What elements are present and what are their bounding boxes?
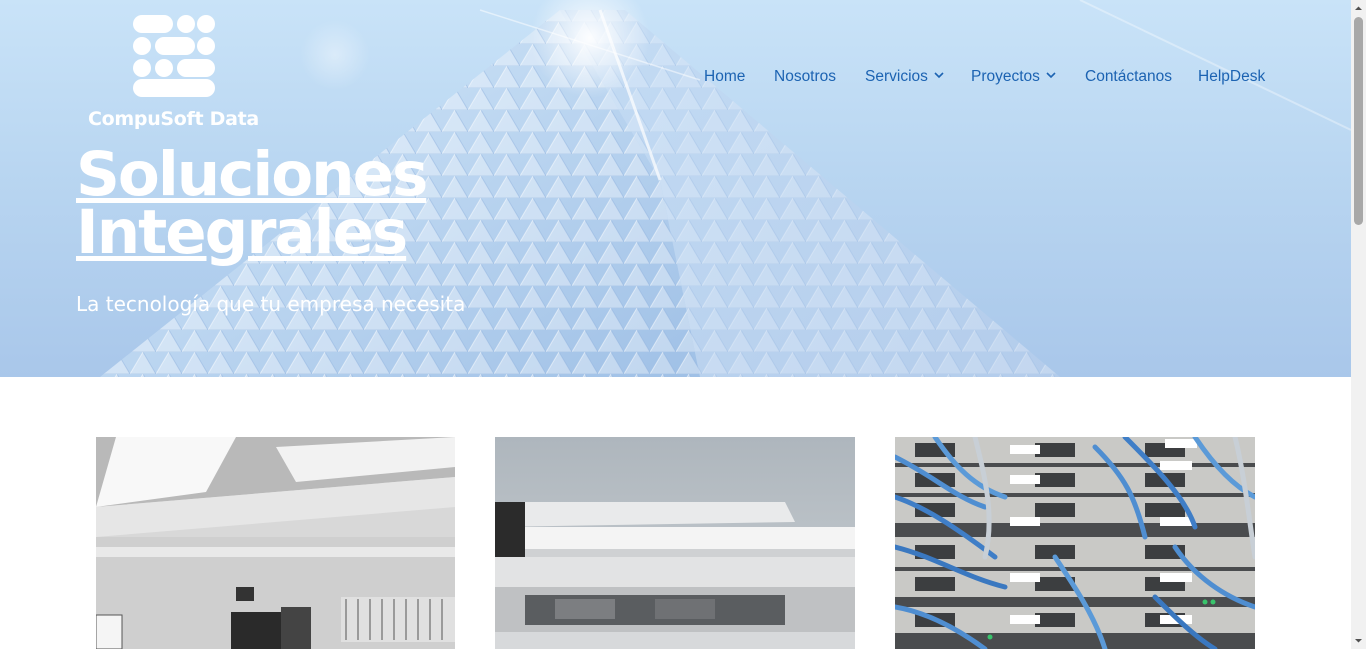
nav-item-label: Proyectos [971,68,1040,85]
nav-item-helpdesk[interactable]: HelpDesk [1198,66,1265,88]
card-printer-image[interactable] [495,437,855,649]
hero-title-line1: Soluciones [76,139,428,210]
office-interior-photo [96,437,455,649]
hero-subtitle: La tecnología que tu empresa necesita [76,292,466,316]
card-office-image[interactable] [96,437,455,649]
printer-photo [495,437,855,649]
nav-item-label: Nosotros [774,68,837,85]
nav-item-proyectos[interactable]: Proyectos [971,66,1056,88]
page: CompuSoft Data Home Nosotros Servicios P… [0,0,1366,649]
scrollbar[interactable] [1351,0,1366,649]
nav-item-label: HelpDesk [1198,68,1266,85]
nav-item-label: Contáctanos [1085,68,1173,85]
nav-item-servicios[interactable]: Servicios [865,66,944,88]
hero-title: Soluciones Integrales [76,139,496,268]
nav-item-label: Home [704,68,746,85]
brand-name: CompuSoft Data [88,108,259,130]
nav-item-label: Servicios [865,68,928,85]
nav-item-nosotros[interactable]: Nosotros [774,66,836,88]
server-rack-cables-photo [895,437,1255,649]
hero-banner: CompuSoft Data Home Nosotros Servicios P… [0,0,1351,377]
main-navigation: Home Nosotros Servicios Proyectos Contác… [0,66,1351,90]
nav-item-home[interactable]: Home [704,66,745,88]
scroll-up-arrow-icon[interactable] [1354,4,1363,13]
scrollbar-thumb[interactable] [1354,17,1363,225]
card-server-image[interactable] [895,437,1255,649]
hero-title-line2: Integrales [76,197,408,268]
nav-item-contactanos[interactable]: Contáctanos [1085,66,1172,88]
scroll-down-arrow-icon[interactable] [1354,636,1363,645]
chevron-down-icon [934,72,944,79]
chevron-down-icon [1046,72,1056,79]
